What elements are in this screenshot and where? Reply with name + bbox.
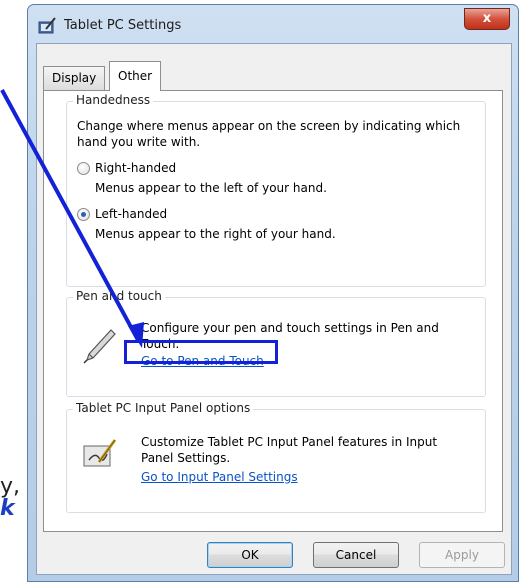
radio-button[interactable] <box>77 161 90 175</box>
input-panel-legend: Tablet PC Input Panel options <box>73 401 254 415</box>
handedness-group: Handedness Change where menus appear on … <box>66 93 486 287</box>
tablet-pc-settings-window: Tablet PC Settings x Display Other Hande… <box>27 4 519 582</box>
pen-touch-legend: Pen and touch <box>73 289 165 303</box>
handedness-description: Change where menus appear on the screen … <box>77 119 461 149</box>
annotation-fragment-bottom: k <box>0 496 15 521</box>
go-to-input-panel-settings-link[interactable]: Go to Input Panel Settings <box>141 470 298 484</box>
close-button[interactable]: x <box>464 8 510 30</box>
input-panel-icon <box>83 439 117 467</box>
left-handed-label[interactable]: Left-handed <box>95 207 167 221</box>
right-handed-label[interactable]: Right-handed <box>95 161 176 175</box>
tab-panel-other: Handedness Change where menus appear on … <box>43 90 503 532</box>
pen-icon <box>83 329 116 364</box>
apply-button[interactable]: Apply <box>419 542 505 568</box>
dialog-client-area: Display Other Handedness Change where me… <box>36 43 512 575</box>
input-panel-description: Customize Tablet PC Input Panel features… <box>141 435 438 465</box>
window-title: Tablet PC Settings <box>64 18 182 33</box>
ok-button[interactable]: OK <box>207 542 293 568</box>
right-handed-note: Menus appear to the left of your hand. <box>95 181 327 195</box>
handedness-legend: Handedness <box>73 93 154 107</box>
left-handed-radio[interactable]: Left-handed <box>77 206 167 222</box>
tab-other[interactable]: Other <box>109 61 162 91</box>
left-handed-note: Menus appear to the right of your hand. <box>95 227 336 241</box>
right-handed-radio[interactable]: Right-handed <box>77 160 176 176</box>
link-highlight-box <box>124 340 278 364</box>
tab-display[interactable]: Display <box>43 66 106 90</box>
radio-button-checked[interactable] <box>77 207 90 221</box>
cancel-button[interactable]: Cancel <box>313 542 399 568</box>
tablet-settings-icon <box>38 17 56 34</box>
title-bar[interactable]: Tablet PC Settings x <box>28 5 518 43</box>
input-panel-group: Tablet PC Input Panel options Customize … <box>66 401 486 513</box>
